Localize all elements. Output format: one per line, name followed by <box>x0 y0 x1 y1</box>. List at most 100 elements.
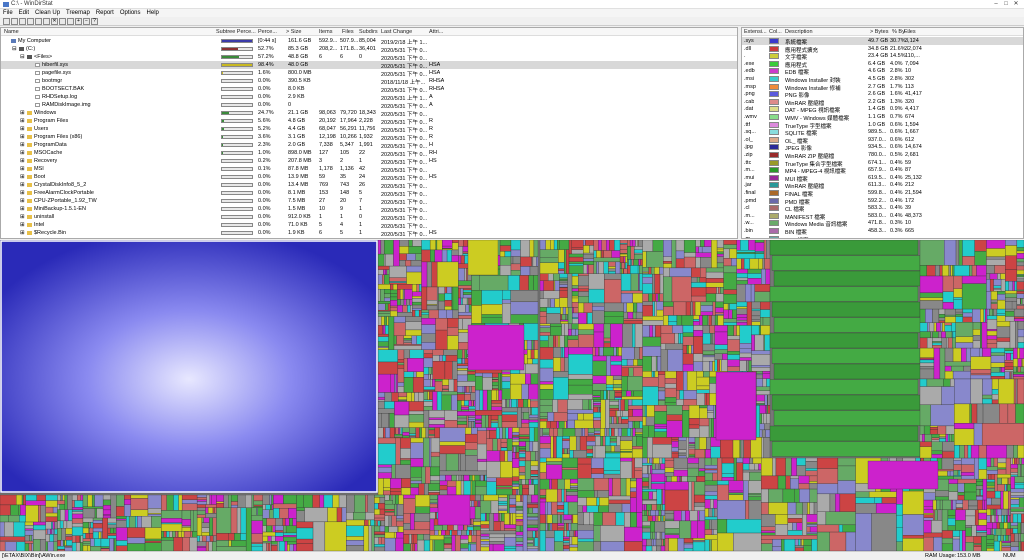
treemap-cell[interactable] <box>71 509 84 512</box>
treemap-cell[interactable] <box>266 518 276 526</box>
treemap-cell[interactable] <box>460 288 464 299</box>
treemap-cell[interactable] <box>974 251 987 266</box>
treemap-cell[interactable] <box>492 372 499 378</box>
treemap-cell[interactable] <box>568 253 584 258</box>
treemap-cell[interactable] <box>950 499 953 511</box>
treemap-cell[interactable] <box>796 522 803 531</box>
treemap-cell[interactable] <box>939 438 946 442</box>
treemap-cell[interactable] <box>214 507 217 514</box>
treemap-cell[interactable] <box>702 361 710 372</box>
treemap-cell[interactable] <box>397 359 405 363</box>
treemap-cell[interactable] <box>398 396 408 400</box>
treemap-cell[interactable] <box>955 322 974 337</box>
treemap-cell[interactable] <box>970 374 992 380</box>
treemap-cell[interactable] <box>379 497 386 504</box>
treemap-cell[interactable] <box>593 478 609 491</box>
treemap-cell[interactable] <box>457 415 468 419</box>
treemap-cell[interactable] <box>559 277 568 280</box>
treemap-cell[interactable] <box>428 309 439 319</box>
treemap-cell[interactable] <box>510 301 539 315</box>
treemap-cell[interactable] <box>669 267 692 278</box>
treemap-cell[interactable] <box>545 530 555 539</box>
treemap-cell[interactable] <box>201 532 210 536</box>
treemap-cell[interactable] <box>397 305 403 313</box>
treemap-cell[interactable] <box>383 274 390 285</box>
tree-row[interactable]: ⊞ ProgramData 2.3% 2.0 GB 7,338 5,347 1,991 202… <box>1 141 737 150</box>
treemap-cell[interactable] <box>1007 477 1009 485</box>
treemap-cell[interactable] <box>595 436 601 447</box>
treemap-cell[interactable] <box>1012 457 1015 465</box>
tree-row[interactable]: My Computer [0:44 s] 161.6 GB 592.9... 507.9… <box>1 37 737 46</box>
treemap-cell[interactable] <box>278 541 286 551</box>
treemap-cell[interactable] <box>451 249 459 256</box>
treemap-cell[interactable] <box>559 284 568 288</box>
treemap-cell[interactable] <box>653 538 657 547</box>
treemap-cell[interactable] <box>408 410 425 415</box>
treemap-cell[interactable] <box>561 514 564 524</box>
treemap-cell[interactable] <box>47 528 51 535</box>
treemap-cell[interactable] <box>196 501 207 505</box>
treemap-cell[interactable] <box>805 468 818 471</box>
treemap-cell[interactable] <box>986 485 995 488</box>
treemap-cell[interactable] <box>539 307 547 312</box>
treemap-cell[interactable] <box>480 513 486 522</box>
treemap-cell[interactable] <box>432 355 440 362</box>
treemap-cell[interactable] <box>499 256 512 266</box>
treemap-cell[interactable] <box>941 509 949 531</box>
treemap-cell[interactable] <box>1016 457 1020 465</box>
treemap-cell[interactable] <box>441 391 458 396</box>
treemap-cell[interactable] <box>605 399 610 429</box>
treemap-cell[interactable] <box>430 466 440 477</box>
treemap-cell[interactable] <box>82 494 88 507</box>
treemap-cell[interactable] <box>765 429 771 438</box>
treemap-cell[interactable] <box>806 526 811 533</box>
treemap-cell[interactable] <box>978 469 987 480</box>
treemap-cell[interactable] <box>33 539 41 551</box>
treemap-cell[interactable] <box>630 390 634 397</box>
treemap-cell[interactable] <box>642 305 653 317</box>
treemap-cell[interactable] <box>948 478 959 484</box>
treemap-cell[interactable] <box>604 311 624 317</box>
treemap-cell[interactable] <box>425 466 431 484</box>
treemap-cell[interactable] <box>612 379 622 385</box>
treemap-cell[interactable] <box>482 372 493 378</box>
treemap-cell[interactable] <box>539 421 547 429</box>
treemap-cell[interactable] <box>374 508 381 515</box>
treemap-cell[interactable] <box>523 323 539 341</box>
treemap-cell[interactable] <box>82 506 104 509</box>
treemap-cell[interactable] <box>486 450 501 462</box>
treemap-cell[interactable] <box>1017 378 1024 405</box>
treemap-cell[interactable] <box>599 497 609 506</box>
treemap-cell[interactable] <box>400 459 411 465</box>
treemap-cell[interactable] <box>711 539 718 551</box>
treemap-cell[interactable] <box>230 507 238 534</box>
treemap-cell[interactable] <box>710 333 712 345</box>
treemap-cell[interactable] <box>468 406 476 410</box>
treemap-cell[interactable] <box>489 543 494 551</box>
treemap-cell[interactable] <box>102 517 108 539</box>
treemap-cell[interactable] <box>1005 281 1009 291</box>
treemap-cell[interactable] <box>579 436 587 451</box>
treemap-cell[interactable] <box>592 375 607 384</box>
treemap-cell[interactable] <box>161 537 174 541</box>
treemap-cell[interactable] <box>633 359 638 366</box>
treemap-cell[interactable] <box>673 468 688 471</box>
treemap-cell[interactable] <box>127 543 146 551</box>
treemap-cell[interactable] <box>230 501 239 506</box>
treemap-cell[interactable] <box>553 436 557 459</box>
treemap-cell[interactable] <box>457 424 468 428</box>
treemap-cell[interactable] <box>403 529 431 535</box>
treemap-cell[interactable] <box>664 533 680 536</box>
treemap-cell[interactable] <box>477 430 487 445</box>
treemap-cell[interactable] <box>52 528 55 535</box>
treemap-cell[interactable] <box>432 391 438 411</box>
treemap-cell[interactable] <box>760 488 769 503</box>
treemap-cell[interactable] <box>940 322 943 332</box>
tree-row[interactable]: ⊞ MiniBackup-1.5.1-EN 0.0% 1.5 MB 10 9 1 2020/5… <box>1 205 737 214</box>
treemap-cell[interactable] <box>498 494 508 498</box>
treemap-cell[interactable] <box>568 263 584 266</box>
treemap-cell[interactable] <box>608 266 616 269</box>
treemap-cell[interactable] <box>773 317 923 333</box>
treemap-cell[interactable] <box>951 365 964 372</box>
treemap-cell[interactable] <box>1009 321 1016 349</box>
